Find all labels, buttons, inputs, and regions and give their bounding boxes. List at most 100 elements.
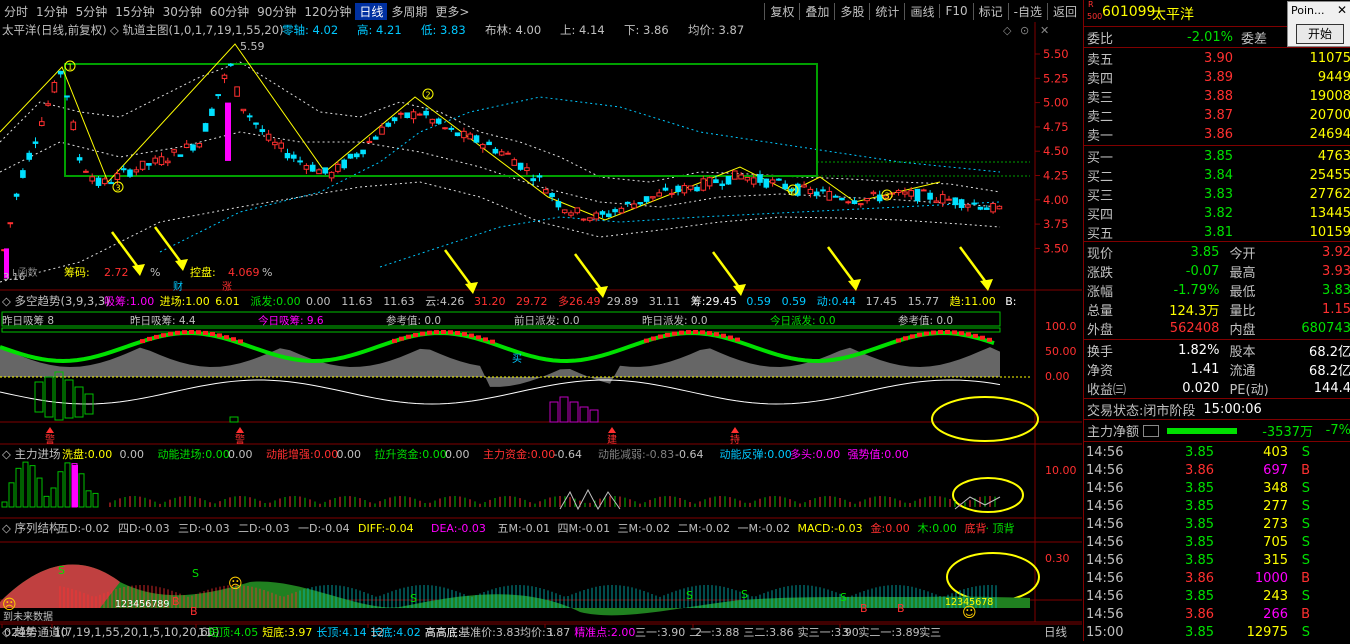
- candle-body: [984, 207, 990, 210]
- candle-body: [820, 189, 826, 192]
- tool-button-1[interactable]: 叠加: [799, 2, 834, 20]
- candle-body: [335, 163, 341, 172]
- candle-body: [511, 159, 518, 166]
- period-tab-0[interactable]: 分时: [0, 3, 32, 20]
- main-net-icon[interactable]: [1143, 424, 1159, 437]
- panel4-value: 二M:-0.02: [678, 522, 731, 535]
- wave-marker-label: 3: [115, 184, 120, 193]
- period-tab-4[interactable]: 30分钟: [159, 3, 206, 20]
- xaxis-label: 10: [54, 626, 68, 639]
- candle-body: [599, 211, 606, 215]
- candle-body: [832, 195, 839, 198]
- tool-button-6[interactable]: 标记: [972, 2, 1008, 20]
- bid-volume: 25455: [1309, 168, 1350, 183]
- tick-row: 14:56 3.85 243 S: [1084, 587, 1350, 605]
- tool-button-0[interactable]: 复权: [764, 2, 799, 20]
- period-tab-1[interactable]: 1分钟: [32, 3, 72, 20]
- xaxis-label: 11: [198, 626, 212, 639]
- candle-body: [555, 201, 562, 208]
- panel2-step: [973, 333, 978, 338]
- candle-body: [870, 191, 877, 195]
- candle-body: [719, 183, 726, 187]
- tick-time: 14:56: [1086, 498, 1124, 514]
- panel2-bar: [54, 371, 64, 421]
- period-tab-7[interactable]: 120分钟: [300, 3, 355, 20]
- stock-name: 太平洋: [1152, 7, 1194, 23]
- candle-body: [473, 135, 480, 143]
- candle-body: [347, 153, 354, 159]
- price-tick: 3.50: [1043, 241, 1069, 255]
- candle-body: [253, 122, 259, 125]
- panel2-step: [917, 332, 922, 337]
- panel3-bar: [1, 501, 8, 508]
- share-label: 流通: [1229, 364, 1256, 379]
- bid-volume: 13445: [1309, 206, 1350, 221]
- kline-chart-svg[interactable]: 太平洋(日线,前复权) ◇ 轨道主图(1,0,1,7,19,1,55,20)零轴:…: [0, 22, 1082, 641]
- panel3-bar: [36, 477, 43, 508]
- candle-body: [631, 203, 637, 209]
- panel2-sublabel: 昨日派发: 0.0: [642, 314, 708, 327]
- candle-body: [202, 123, 209, 132]
- panel2-step: [161, 333, 166, 338]
- panel2-step: [924, 331, 929, 336]
- tool-button-2[interactable]: 多股: [834, 2, 869, 20]
- chart-line: [159, 96, 1001, 253]
- candle-body: [492, 148, 499, 154]
- close-icon[interactable]: ✕: [1337, 3, 1347, 17]
- indicator-value: 高: 4.21: [357, 23, 402, 37]
- point-popup: Poin... ✕ 开始: [1287, 1, 1350, 47]
- tick-volume: 243: [1263, 588, 1288, 604]
- tool-button-7[interactable]: -自选: [1007, 2, 1047, 20]
- candle-body: [177, 154, 184, 157]
- share-value: 68.2亿: [1309, 345, 1350, 360]
- panel2-step: [476, 335, 481, 340]
- candle-body: [234, 86, 240, 97]
- signal-arrow: [153, 226, 185, 266]
- candle-body: [379, 126, 385, 135]
- buy-signal: B: [190, 605, 198, 618]
- panel2-step: [189, 330, 194, 335]
- tool-button-3[interactable]: 统计: [869, 2, 904, 20]
- highlight-oval: [946, 552, 1040, 602]
- price-tick: 4.25: [1043, 169, 1069, 183]
- chart-area[interactable]: 太平洋(日线,前复权) ◇ 轨道主图(1,0,1,7,19,1,55,20) 零轴:…: [0, 22, 1082, 641]
- period-tab-8[interactable]: 日线: [355, 2, 388, 20]
- weibi-label: 委比: [1087, 32, 1114, 47]
- panel3-value: 拉升资金:0.00: [375, 447, 447, 461]
- candle-body: [303, 165, 310, 170]
- ask-volume: 9449: [1317, 70, 1350, 85]
- panel2-sublabel: 参考值: 0.0: [386, 314, 441, 327]
- board-badge: 500: [1087, 12, 1103, 21]
- buy-signal: B: [860, 602, 868, 615]
- period-tabs: 分时 1分钟 5分钟 15分钟 30分钟 60分钟 90分钟 120分钟 日线 多周期 更多>: [0, 2, 473, 20]
- period-tab-2[interactable]: 5分钟: [72, 3, 112, 20]
- tick-row: 14:56 3.85 315 S: [1084, 551, 1350, 569]
- period-tab-10[interactable]: 更多>: [431, 3, 473, 20]
- panel2-step: [399, 336, 404, 341]
- main-net-row[interactable]: 主力净额 -3537万 -7%: [1084, 421, 1350, 440]
- start-button[interactable]: 开始: [1296, 24, 1344, 44]
- indicator-value: 上: 4.14: [560, 23, 605, 37]
- period-tab-9[interactable]: 多周期: [387, 3, 431, 20]
- period-tab-3[interactable]: 15分钟: [111, 3, 158, 20]
- period-tab-6[interactable]: 90分钟: [253, 3, 300, 20]
- panel2-bar: [34, 381, 44, 413]
- share-value: 1.41: [1190, 362, 1220, 377]
- tool-button-8[interactable]: 返回: [1046, 2, 1082, 20]
- bid-row: 买一 3.85 4763: [1084, 147, 1350, 166]
- candle-body: [574, 207, 581, 214]
- candle-body: [354, 153, 360, 158]
- tool-button-5[interactable]: F10: [939, 4, 972, 18]
- candle-body: [297, 160, 303, 163]
- signal-arrow: [573, 253, 605, 293]
- tool-button-4[interactable]: 画线: [904, 2, 939, 20]
- panel2-tick: 0.00: [1045, 370, 1070, 383]
- tick-side: S: [1301, 480, 1310, 496]
- share-value: 144.4: [1313, 381, 1350, 396]
- stat-row: 现价 3.85 今开 3.92: [1084, 243, 1350, 262]
- sell-signal: S: [686, 589, 693, 602]
- candle-body: [95, 177, 102, 186]
- panel3-value: 0.00: [337, 448, 362, 461]
- period-tab-5[interactable]: 60分钟: [206, 3, 253, 20]
- indicator-value: 零轴: 4.02: [282, 23, 338, 37]
